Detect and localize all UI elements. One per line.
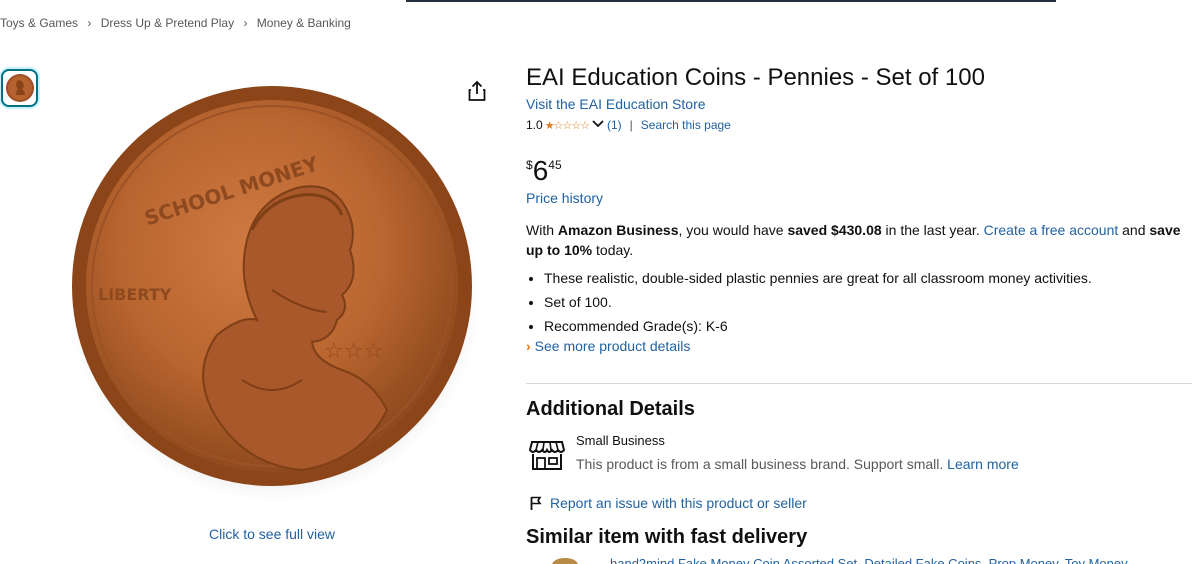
breadcrumb-dress-up[interactable]: Dress Up & Pretend Play [101, 16, 234, 30]
business-brand: Amazon Business [557, 222, 679, 238]
price-currency: $ [526, 158, 533, 172]
image-thumbnail[interactable] [1, 69, 38, 107]
report-issue-link[interactable]: Report an issue with this product or sel… [550, 495, 807, 511]
top-bar [406, 0, 1056, 2]
see-more-details[interactable]: › See more product details [526, 338, 1192, 354]
flag-icon [530, 496, 542, 510]
rating-row: 1.0 ★☆☆☆☆ (1) | Search this page [526, 118, 1192, 132]
similar-item-thumbnail[interactable] [552, 558, 578, 564]
similar-item-heading: Similar item with fast delivery [526, 526, 808, 548]
small-business-label: Small Business [576, 433, 665, 448]
breadcrumb-separator: › [243, 16, 248, 30]
see-more-details-link[interactable]: See more product details [535, 338, 691, 354]
store-link[interactable]: Visit the EAI Education Store [526, 96, 1192, 112]
feature-bullets: These realistic, double-sided plastic pe… [526, 266, 1192, 338]
business-saved: saved $430.08 [787, 222, 882, 238]
similar-item-link[interactable]: hand2mind Fake Money Coin Assorted Set, … [610, 556, 1128, 564]
learn-more-link[interactable]: Learn more [947, 456, 1019, 472]
similar-item-row[interactable]: hand2mind Fake Money Coin Assorted Set, … [552, 556, 1192, 564]
breadcrumb-money-banking[interactable]: Money & Banking [257, 16, 351, 30]
breadcrumb-separator: › [87, 16, 92, 30]
main-product-image[interactable]: ☆☆☆ SCHOOL MONEY LIBERTY [42, 80, 486, 500]
feature-bullet: Set of 100. [544, 290, 1192, 314]
chevron-right-icon: › [526, 338, 531, 354]
coin-stars: ☆☆☆ [324, 339, 383, 364]
chevron-down-icon[interactable] [592, 119, 604, 131]
price-history-link[interactable]: Price history [526, 190, 1192, 206]
price: $ 6 45 [526, 156, 1192, 186]
coin-left-text: LIBERTY [98, 285, 172, 304]
rating-value: 1.0 [526, 118, 543, 132]
storefront-icon [528, 438, 566, 472]
business-suffix: today. [592, 242, 634, 258]
business-after-saved: in the last year. [881, 222, 984, 238]
product-title: EAI Education Coins - Pennies - Set of 1… [526, 64, 985, 91]
price-whole: 6 [532, 155, 549, 186]
search-this-page-link[interactable]: Search this page [641, 118, 731, 132]
breadcrumb: Toys & Games › Dress Up & Pretend Play ›… [0, 16, 351, 30]
report-issue[interactable]: Report an issue with this product or sel… [530, 495, 807, 511]
create-account-link[interactable]: Create a free account [984, 222, 1119, 238]
business-mid: , you would have [678, 222, 788, 238]
feature-bullet: Recommended Grade(s): K-6 [544, 314, 1192, 338]
breadcrumb-toys-games[interactable]: Toys & Games [0, 16, 78, 30]
feature-bullet: These realistic, double-sided plastic pe… [544, 266, 1192, 290]
small-business-desc-text: This product is from a small business br… [576, 456, 948, 472]
small-business-description: This product is from a small business br… [576, 456, 1019, 472]
rating-divider: | [629, 118, 633, 132]
business-prefix: With [526, 222, 558, 238]
product-info: EAI Education Coins - Pennies - Set of 1… [526, 62, 1192, 354]
full-view-link[interactable]: Click to see full view [209, 526, 335, 542]
svg-text:☆☆☆: ☆☆☆ [324, 339, 383, 364]
star-rating-icon[interactable]: ★☆☆☆☆ [545, 119, 590, 132]
price-fraction: 45 [548, 158, 562, 172]
penny-thumbnail-icon [5, 74, 34, 102]
business-savings-text: With Amazon Business, you would have sav… [526, 220, 1186, 260]
business-and: and [1118, 222, 1150, 238]
ratings-count-link[interactable]: (1) [607, 118, 622, 132]
section-divider [526, 383, 1192, 384]
additional-details-heading: Additional Details [526, 398, 695, 420]
